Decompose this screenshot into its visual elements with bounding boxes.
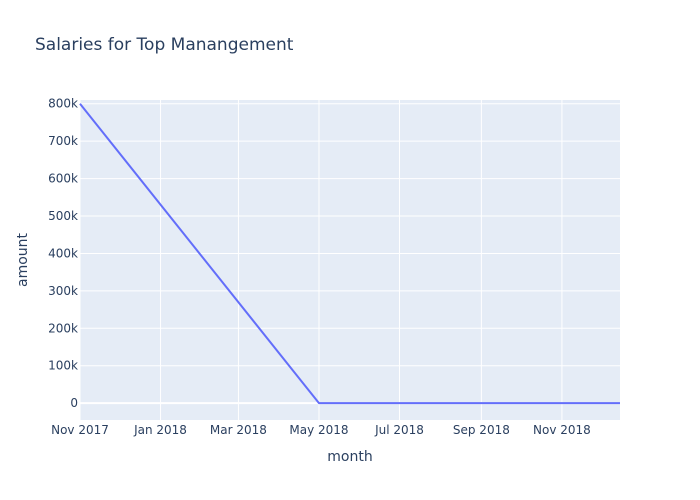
y-tick-label: 100k: [48, 359, 78, 373]
x-tick-label: Nov 2017: [51, 423, 109, 437]
x-tick-label: Jan 2018: [133, 423, 187, 437]
x-tick-label: May 2018: [289, 423, 348, 437]
y-tick-label: 500k: [48, 209, 78, 223]
x-tick-label: Jul 2018: [374, 423, 424, 437]
x-tick-labels: Nov 2017 Jan 2018 Mar 2018 May 2018 Jul 2018…: [51, 423, 591, 437]
y-axis-title: amount: [15, 232, 31, 287]
y-tick-label: 200k: [48, 321, 78, 335]
chart-title: Salaries for Top Manangement: [35, 35, 294, 55]
x-tick-label: Mar 2018: [210, 423, 267, 437]
chart: Salaries for Top Manangement Nov 2017 Jan…: [15, 35, 620, 465]
x-axis-title: month: [327, 449, 372, 465]
y-tick-label: 0: [70, 396, 78, 410]
y-tick-label: 400k: [48, 246, 78, 260]
y-tick-label: 800k: [48, 97, 78, 111]
x-tick-label: Sep 2018: [453, 423, 510, 437]
y-tick-labels: 0 100k 200k 300k 400k 500k 600k 700k 800k: [48, 97, 78, 410]
x-tick-label: Nov 2018: [533, 423, 591, 437]
y-tick-label: 300k: [48, 284, 78, 298]
y-tick-label: 700k: [48, 134, 78, 148]
y-tick-label: 600k: [48, 172, 78, 186]
